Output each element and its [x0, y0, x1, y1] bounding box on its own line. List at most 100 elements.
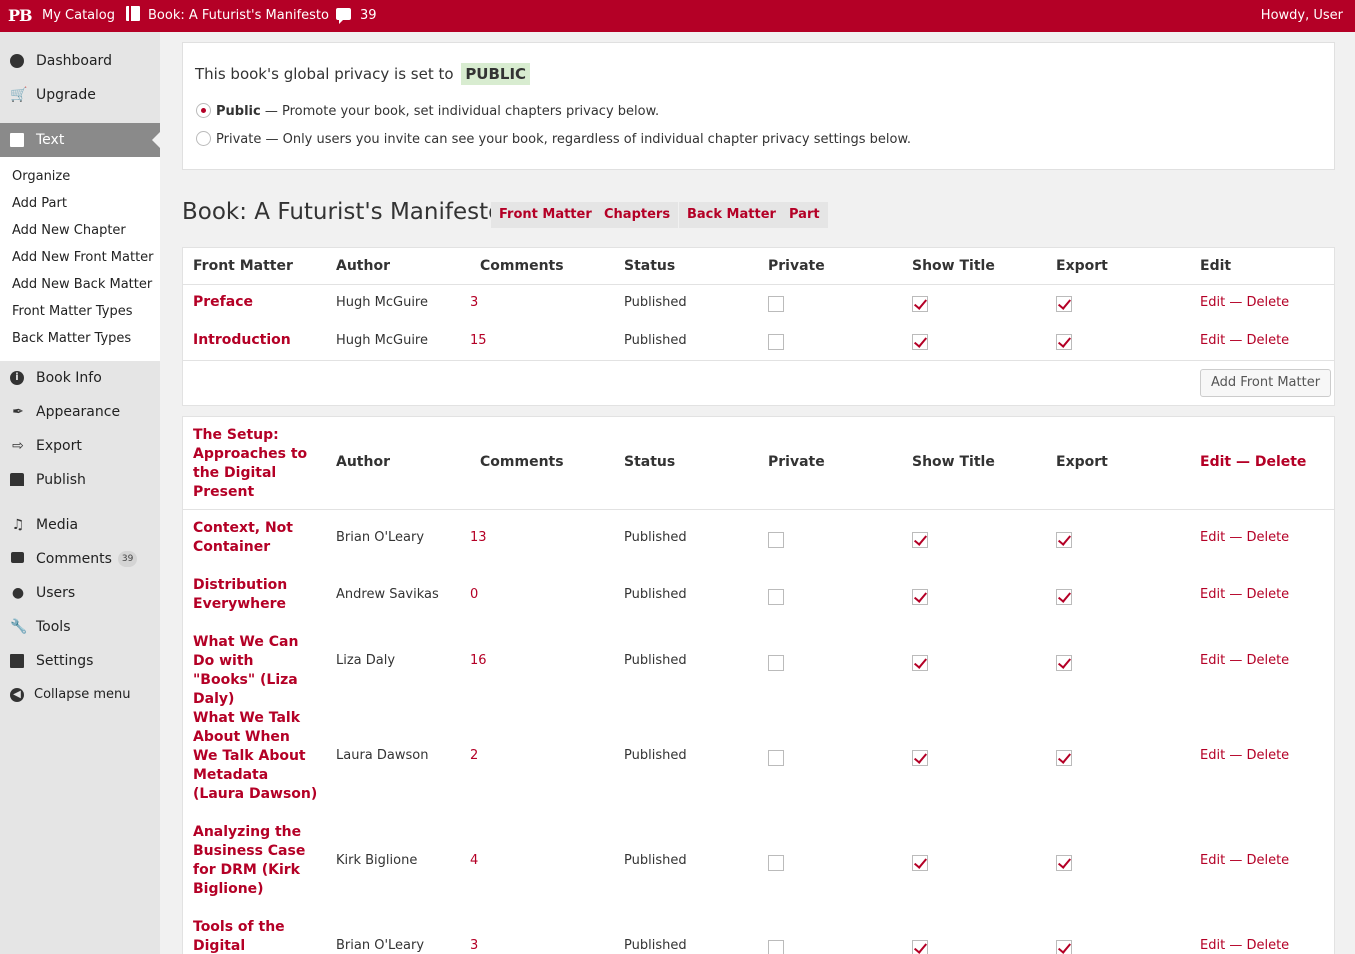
- menu-media-label: Media: [36, 517, 79, 533]
- edit-link[interactable]: Edit: [1200, 295, 1225, 310]
- my-catalog-link[interactable]: My Catalog: [42, 0, 115, 32]
- public-radio[interactable]: [196, 103, 211, 118]
- dashboard-icon: [10, 54, 26, 68]
- private-checkbox[interactable]: [768, 750, 784, 766]
- export-checkbox[interactable]: [1056, 855, 1072, 871]
- front-matter-table: Front Matter Author Comments Status Priv…: [182, 247, 1335, 406]
- private-checkbox[interactable]: [768, 655, 784, 671]
- pressbooks-logo[interactable]: PB: [8, 0, 33, 32]
- chapter-title-link[interactable]: Analyzing the Business Case for DRM (Kir…: [193, 823, 318, 899]
- submenu-add-new-front-matter[interactable]: Add New Front Matter: [12, 250, 154, 265]
- row-comments-link[interactable]: 0: [470, 587, 478, 602]
- row-comments-link[interactable]: 4: [470, 853, 478, 868]
- export-checkbox[interactable]: [1056, 296, 1072, 312]
- chapter-title-link[interactable]: Context, Not Container: [193, 519, 318, 557]
- menu-upgrade[interactable]: 🛒 Upgrade: [0, 78, 160, 112]
- edit-link[interactable]: Edit: [1200, 853, 1225, 868]
- row-comments-link[interactable]: 3: [470, 938, 478, 953]
- edit-link[interactable]: Edit: [1200, 530, 1225, 545]
- jump-chapters[interactable]: Chapters: [596, 202, 679, 228]
- private-checkbox[interactable]: [768, 532, 784, 548]
- show-title-checkbox[interactable]: [912, 855, 928, 871]
- row-comments-link[interactable]: 16: [470, 653, 487, 668]
- submenu-add-new-back-matter[interactable]: Add New Back Matter: [12, 277, 152, 292]
- menu-tools[interactable]: 🔧 Tools: [0, 610, 160, 644]
- menu-media[interactable]: ♫ Media: [0, 508, 160, 542]
- jump-back-matter[interactable]: Back Matter: [679, 202, 784, 228]
- submenu-add-part[interactable]: Add Part: [12, 196, 67, 211]
- private-radio[interactable]: [196, 131, 211, 146]
- edit-link[interactable]: Edit: [1200, 653, 1225, 668]
- delete-link[interactable]: Delete: [1246, 295, 1289, 310]
- private-checkbox[interactable]: [768, 855, 784, 871]
- show-title-checkbox[interactable]: [912, 296, 928, 312]
- privacy-option-public[interactable]: Public — Promote your book, set individu…: [196, 103, 659, 119]
- menu-appearance[interactable]: ✒ Appearance: [0, 395, 160, 429]
- front-matter-title-link[interactable]: Preface: [193, 293, 318, 312]
- private-checkbox[interactable]: [768, 589, 784, 605]
- private-checkbox[interactable]: [768, 296, 784, 312]
- privacy-option-private[interactable]: Private — Only users you invite can see …: [196, 131, 911, 147]
- edit-link[interactable]: Edit: [1200, 748, 1225, 763]
- jump-front-matter[interactable]: Front Matter: [491, 202, 600, 228]
- show-title-checkbox[interactable]: [912, 940, 928, 954]
- delete-link[interactable]: Delete: [1246, 853, 1289, 868]
- export-checkbox[interactable]: [1056, 589, 1072, 605]
- menu-publish[interactable]: Publish: [0, 463, 160, 497]
- chapter-title-link[interactable]: Tools of the Digital Workflow: [193, 918, 318, 954]
- edit-link[interactable]: Edit: [1200, 587, 1225, 602]
- part-title-link[interactable]: The Setup: Approaches to the Digital Pre…: [193, 426, 318, 502]
- export-checkbox[interactable]: [1056, 532, 1072, 548]
- show-title-checkbox[interactable]: [912, 589, 928, 605]
- export-checkbox[interactable]: [1056, 655, 1072, 671]
- row-comments-link[interactable]: 2: [470, 748, 478, 763]
- row-status: Published: [624, 333, 687, 348]
- row-comments-link[interactable]: 13: [470, 530, 487, 545]
- menu-text[interactable]: Text: [0, 123, 160, 157]
- show-title-checkbox[interactable]: [912, 532, 928, 548]
- private-checkbox[interactable]: [768, 940, 784, 954]
- menu-book-info[interactable]: i Book Info: [0, 361, 160, 395]
- show-title-checkbox[interactable]: [912, 334, 928, 350]
- show-title-checkbox[interactable]: [912, 655, 928, 671]
- delete-link[interactable]: Delete: [1246, 530, 1289, 545]
- menu-upgrade-label: Upgrade: [36, 87, 96, 103]
- delete-link[interactable]: Delete: [1246, 587, 1289, 602]
- export-checkbox[interactable]: [1056, 750, 1072, 766]
- delete-link[interactable]: Delete: [1246, 938, 1289, 953]
- edit-link[interactable]: Edit: [1200, 938, 1225, 953]
- part-edit-link[interactable]: Edit: [1200, 454, 1231, 470]
- col-comments: Comments: [480, 454, 564, 470]
- howdy-user[interactable]: Howdy, User: [1261, 0, 1343, 32]
- action-separator: —: [1225, 748, 1247, 763]
- add-front-matter-button[interactable]: Add Front Matter: [1200, 369, 1332, 397]
- delete-link[interactable]: Delete: [1246, 653, 1289, 668]
- export-checkbox[interactable]: [1056, 334, 1072, 350]
- jump-part[interactable]: Part: [781, 202, 828, 228]
- submenu-organize[interactable]: Organize: [12, 169, 70, 184]
- submenu-add-new-chapter[interactable]: Add New Chapter: [12, 223, 126, 238]
- chapter-title-link[interactable]: Distribution Everywhere: [193, 576, 318, 614]
- book-link[interactable]: Book: A Futurist's Manifesto: [126, 0, 329, 32]
- row-comments-link[interactable]: 3: [470, 295, 478, 310]
- part-delete-link[interactable]: Delete: [1255, 454, 1307, 470]
- collapse-menu[interactable]: ◀ Collapse menu: [0, 678, 160, 712]
- chapter-title-link[interactable]: What We Can Do with "Books" (Liza Daly): [193, 633, 318, 709]
- comments-link[interactable]: 39: [336, 0, 377, 32]
- private-checkbox[interactable]: [768, 334, 784, 350]
- menu-export[interactable]: ⇨ Export: [0, 429, 160, 463]
- delete-link[interactable]: Delete: [1246, 748, 1289, 763]
- menu-users[interactable]: ● Users: [0, 576, 160, 610]
- menu-settings[interactable]: Settings: [0, 644, 160, 678]
- show-title-checkbox[interactable]: [912, 750, 928, 766]
- edit-link[interactable]: Edit: [1200, 333, 1225, 348]
- delete-link[interactable]: Delete: [1246, 333, 1289, 348]
- export-checkbox[interactable]: [1056, 940, 1072, 954]
- menu-comments[interactable]: Comments 39: [0, 542, 160, 576]
- chapter-title-link[interactable]: What We Talk About When We Talk About Me…: [193, 709, 318, 804]
- submenu-front-matter-types[interactable]: Front Matter Types: [12, 304, 133, 319]
- menu-dashboard[interactable]: Dashboard: [0, 44, 160, 78]
- front-matter-title-link[interactable]: Introduction: [193, 331, 318, 350]
- submenu-back-matter-types[interactable]: Back Matter Types: [12, 331, 131, 346]
- row-comments-link[interactable]: 15: [470, 333, 487, 348]
